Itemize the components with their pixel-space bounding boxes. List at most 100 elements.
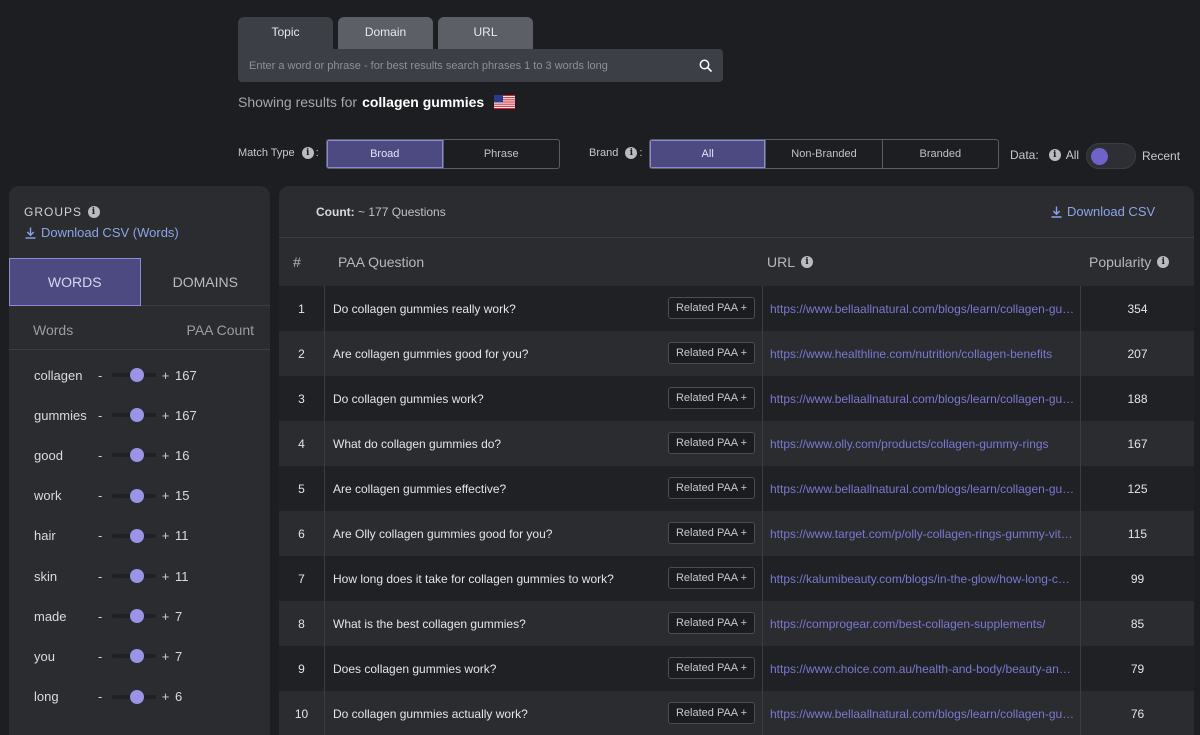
decrease-button[interactable]: -	[98, 528, 112, 543]
search-icon[interactable]	[698, 59, 712, 73]
popularity-value: 167	[1127, 436, 1148, 451]
info-icon[interactable]: i	[1157, 256, 1170, 268]
increase-button[interactable]: +	[156, 689, 175, 704]
word-label[interactable]: skin	[9, 569, 98, 584]
decrease-button[interactable]: -	[98, 649, 112, 664]
result-url-link[interactable]: https://www.choice.com.au/health-and-bod…	[770, 646, 1075, 691]
related-paa-button[interactable]: Related PAA +	[668, 657, 755, 679]
slider-handle[interactable]	[130, 649, 144, 664]
info-icon[interactable]: i	[801, 256, 814, 268]
popularity-value: 115	[1127, 526, 1148, 541]
increase-button[interactable]: +	[156, 488, 175, 503]
column-popularity[interactable]: Popularity i	[1089, 254, 1170, 270]
slider-handle[interactable]	[130, 609, 144, 624]
increase-button[interactable]: +	[156, 569, 175, 584]
word-weight-slider[interactable]	[112, 569, 156, 584]
info-icon[interactable]: i	[1048, 149, 1061, 161]
word-label[interactable]: work	[9, 488, 98, 503]
related-paa-button[interactable]: Related PAA +	[668, 477, 755, 499]
column-divider	[762, 601, 763, 646]
match-phrase-button[interactable]: Phrase	[444, 140, 560, 168]
info-icon[interactable]: i	[625, 147, 638, 159]
decrease-button[interactable]: -	[98, 488, 112, 503]
tab-domains[interactable]: DOMAINS	[140, 258, 270, 306]
related-paa-button[interactable]: Related PAA +	[668, 702, 755, 724]
paa-question: Does collagen gummies work?	[333, 661, 497, 676]
brand-non-branded-button[interactable]: Non-Branded	[766, 140, 883, 168]
word-weight-slider[interactable]	[112, 368, 156, 383]
related-paa-button[interactable]: Related PAA +	[668, 612, 755, 634]
result-url-link[interactable]: https://www.healthline.com/nutrition/col…	[770, 331, 1075, 376]
related-paa-button[interactable]: Related PAA +	[668, 342, 755, 364]
column-paa-question[interactable]: PAA Question	[338, 254, 424, 270]
word-label[interactable]: long	[9, 689, 98, 704]
word-label[interactable]: gummies	[9, 408, 98, 423]
result-url-link[interactable]: https://comprogear.com/best-collagen-sup…	[770, 601, 1075, 646]
groups-panel: GROUPS i Download CSV (Words) WORDS DOMA…	[9, 186, 270, 735]
related-paa-button[interactable]: Related PAA +	[668, 522, 755, 544]
word-label[interactable]: hair	[9, 528, 98, 543]
slider-handle[interactable]	[130, 569, 144, 584]
word-label[interactable]: you	[9, 649, 98, 664]
match-broad-button[interactable]: Broad	[327, 140, 444, 168]
increase-button[interactable]: +	[156, 609, 175, 624]
decrease-button[interactable]: -	[98, 368, 112, 383]
result-url-link[interactable]: https://www.bellaallnatural.com/blogs/le…	[770, 376, 1075, 421]
increase-button[interactable]: +	[156, 528, 175, 543]
word-weight-slider[interactable]	[112, 609, 156, 624]
decrease-button[interactable]: -	[98, 408, 112, 423]
word-paa-count: 6	[175, 689, 183, 705]
popularity-value: 354	[1127, 301, 1148, 316]
increase-button[interactable]: +	[156, 408, 175, 423]
decrease-button[interactable]: -	[98, 448, 112, 463]
word-weight-slider[interactable]	[112, 448, 156, 463]
result-url-text: https://www.bellaallnatural.com/blogs/le…	[770, 706, 1075, 721]
brand-all-button[interactable]: All	[650, 140, 767, 168]
data-recency-toggle[interactable]	[1086, 143, 1136, 169]
result-url-link[interactable]: https://www.bellaallnatural.com/blogs/le…	[770, 286, 1075, 331]
word-weight-slider[interactable]	[112, 408, 156, 423]
related-paa-button[interactable]: Related PAA +	[668, 432, 755, 454]
word-weight-slider[interactable]	[112, 649, 156, 664]
download-csv-words-link[interactable]: Download CSV (Words)	[25, 225, 179, 240]
download-csv-button[interactable]: Download CSV	[1051, 204, 1155, 219]
word-weight-slider[interactable]	[112, 689, 156, 704]
related-paa-button[interactable]: Related PAA +	[668, 297, 755, 319]
slider-handle[interactable]	[130, 689, 144, 704]
tab-words[interactable]: WORDS	[9, 258, 141, 306]
column-url[interactable]: URL i	[767, 254, 814, 270]
result-url-link[interactable]: https://www.bellaallnatural.com/blogs/le…	[770, 691, 1075, 735]
brand-label: Brand i:	[589, 147, 643, 159]
word-label[interactable]: made	[9, 609, 98, 624]
tab-domain[interactable]: Domain	[338, 17, 433, 49]
info-icon[interactable]: i	[301, 147, 314, 159]
result-url-link[interactable]: https://www.target.com/p/olly-collagen-r…	[770, 511, 1075, 556]
result-url-link[interactable]: https://kalumibeauty.com/blogs/in-the-gl…	[770, 556, 1075, 601]
increase-button[interactable]: +	[156, 368, 175, 383]
slider-handle[interactable]	[130, 368, 144, 383]
search-input[interactable]	[249, 59, 698, 72]
word-label[interactable]: collagen	[9, 368, 98, 383]
data-text: Data:	[1010, 148, 1039, 162]
info-icon[interactable]: i	[88, 206, 101, 218]
brand-branded-button[interactable]: Branded	[883, 140, 998, 168]
result-url-link[interactable]: https://www.olly.com/products/collagen-g…	[770, 421, 1075, 466]
slider-handle[interactable]	[130, 408, 144, 423]
slider-handle[interactable]	[130, 528, 144, 543]
decrease-button[interactable]: -	[98, 689, 112, 704]
result-url-link[interactable]: https://www.bellaallnatural.com/blogs/le…	[770, 466, 1075, 511]
word-weight-slider[interactable]	[112, 488, 156, 503]
word-label[interactable]: good	[9, 448, 98, 463]
slider-handle[interactable]	[130, 488, 144, 503]
tab-url[interactable]: URL	[438, 17, 533, 49]
related-paa-button[interactable]: Related PAA +	[668, 387, 755, 409]
paa-question: Do collagen gummies work?	[333, 391, 484, 406]
decrease-button[interactable]: -	[98, 569, 112, 584]
tab-topic[interactable]: Topic	[238, 17, 333, 49]
related-paa-button[interactable]: Related PAA +	[668, 567, 755, 589]
slider-handle[interactable]	[130, 448, 144, 463]
decrease-button[interactable]: -	[98, 609, 112, 624]
increase-button[interactable]: +	[156, 649, 175, 664]
word-weight-slider[interactable]	[112, 528, 156, 543]
increase-button[interactable]: +	[156, 448, 175, 463]
